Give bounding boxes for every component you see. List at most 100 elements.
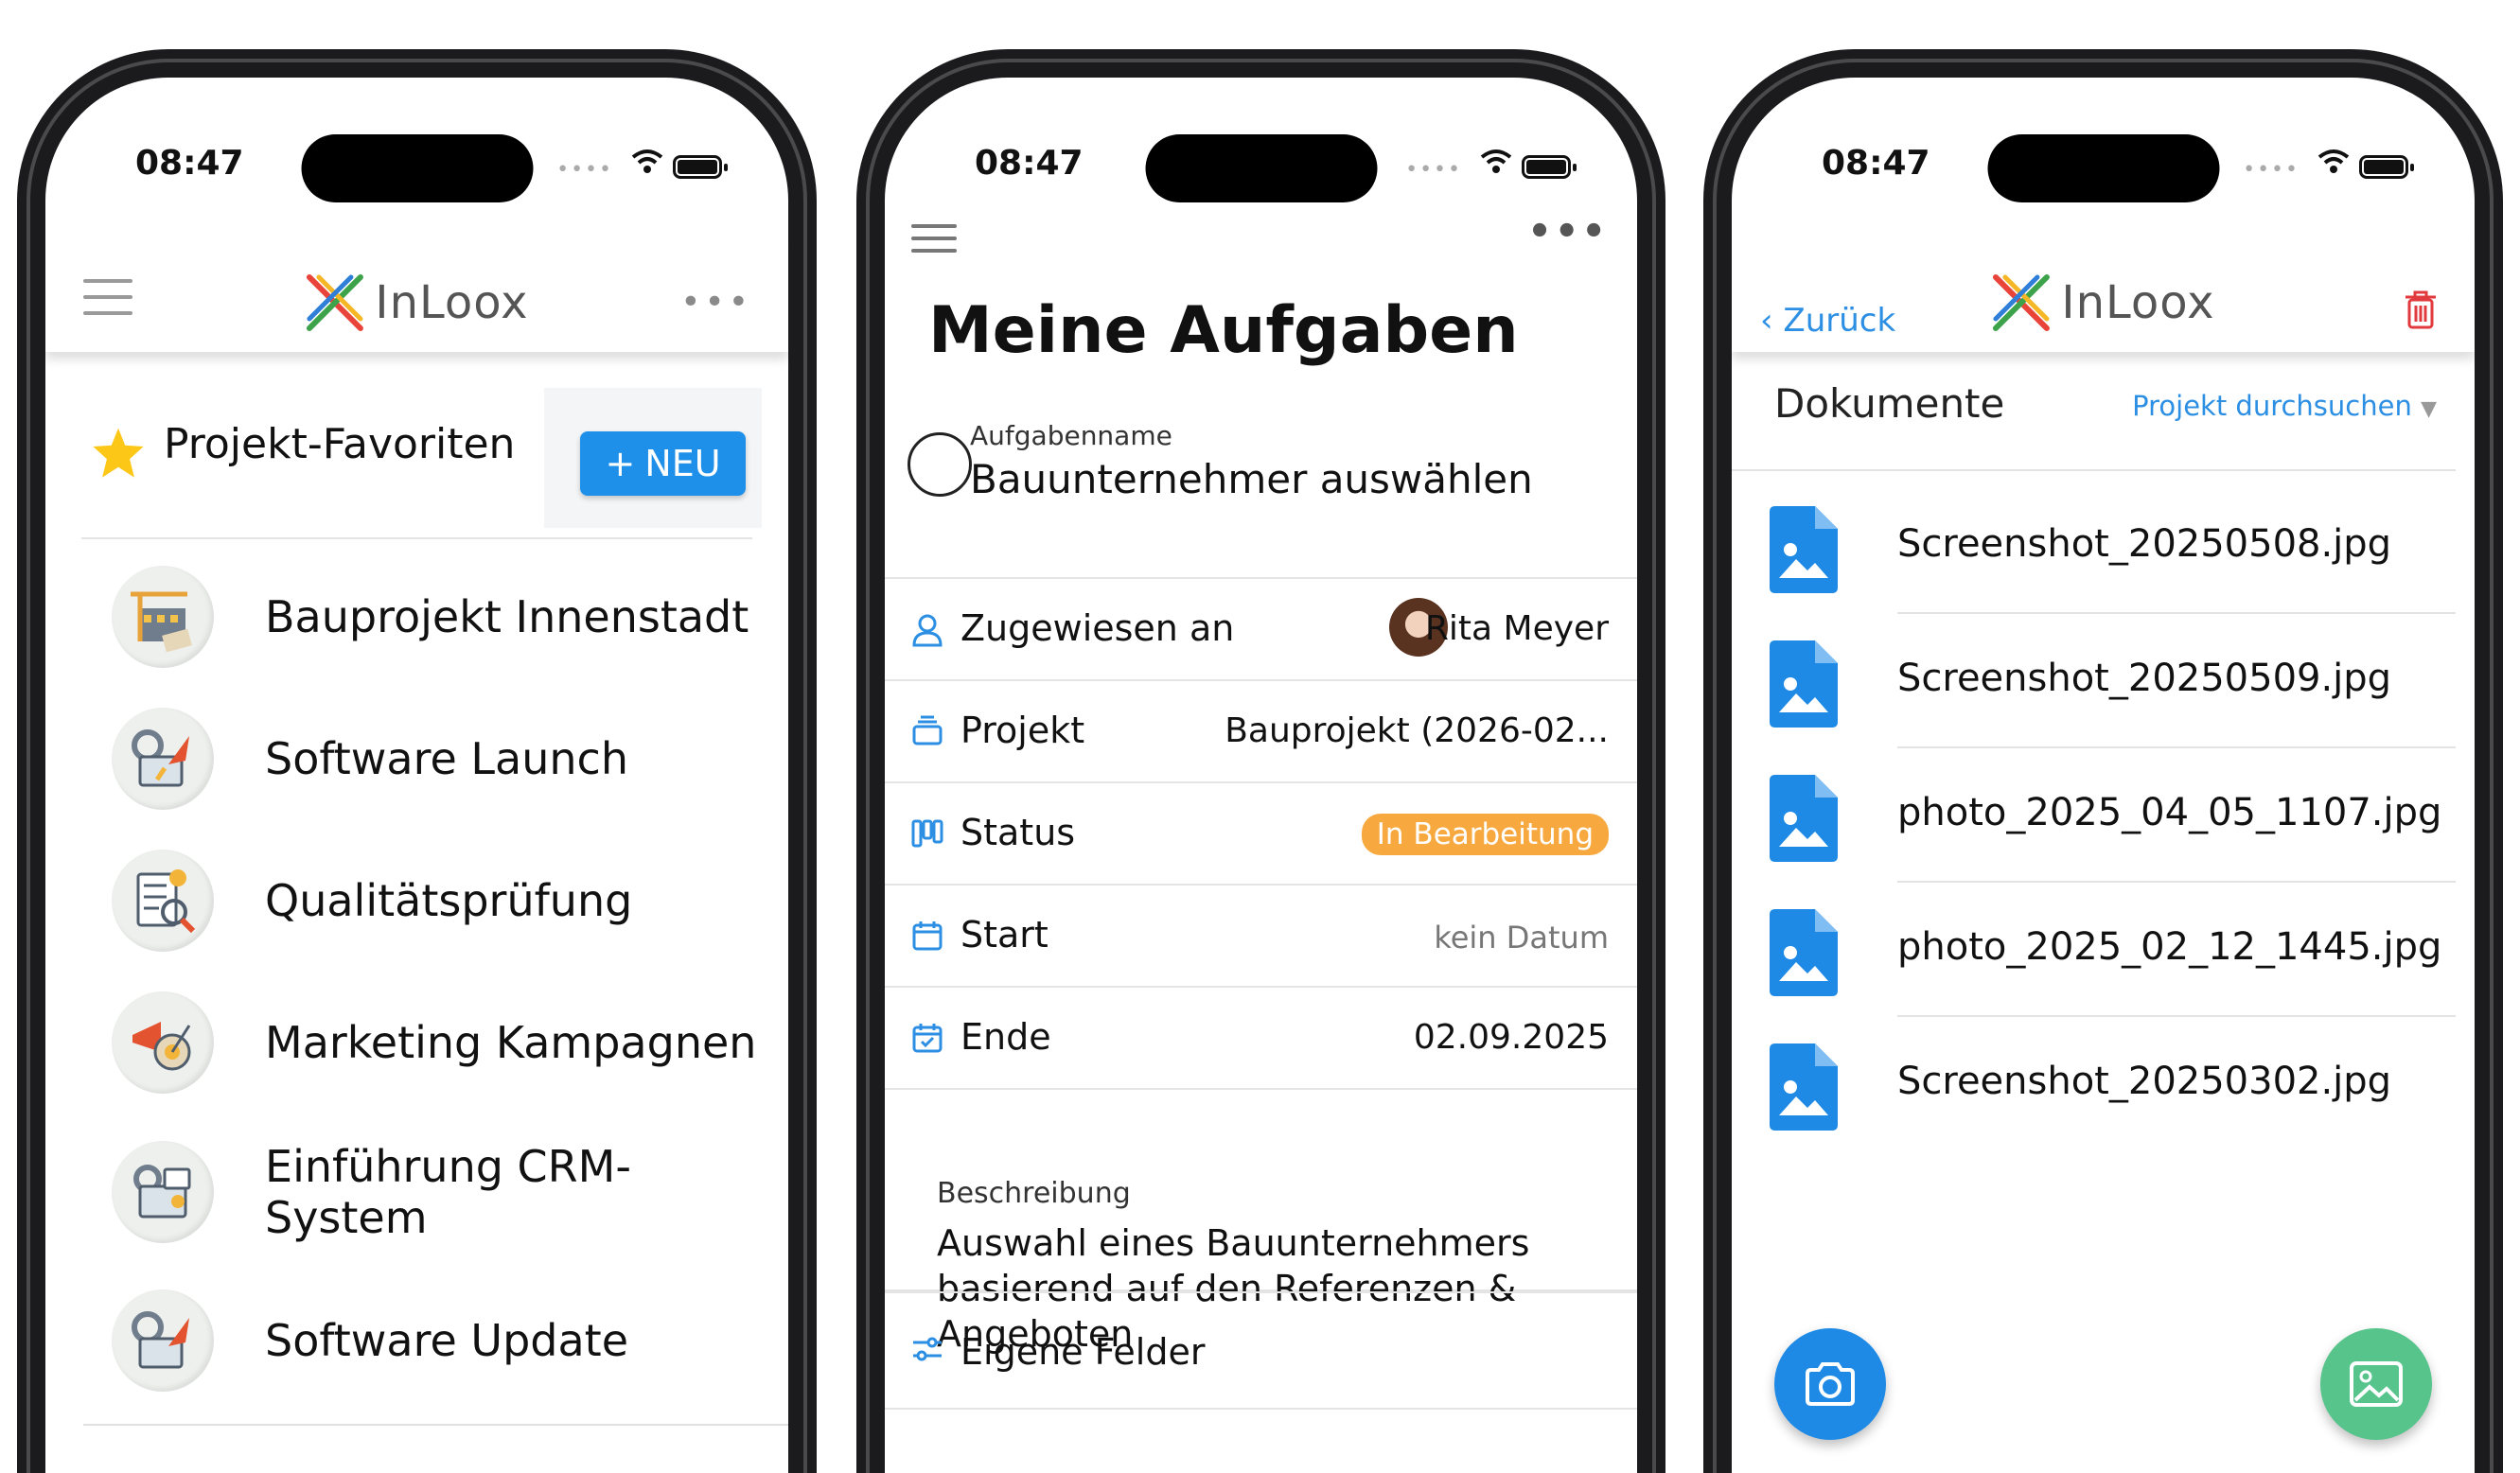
more-options-icon[interactable]: ••• [1527,210,1609,254]
task-complete-checkbox[interactable] [908,432,972,497]
crm-system-icon [112,1140,214,1243]
menu-icon[interactable] [83,279,132,327]
project-name: Qualitätsprüfung [265,875,633,926]
custom-fields-label: Eigene Felder [960,1331,1206,1373]
signal-icon: •••• [1405,158,1462,182]
project-value: Bauprojekt (2026-02... [1225,711,1609,750]
new-button-area: + NEU [544,388,762,528]
list-item[interactable]: Screenshot_20250509.jpg [1732,614,2475,748]
list-item[interactable]: Screenshot_20250508.jpg [1732,480,2475,614]
divider [1732,469,2456,471]
documents-screen: 08:47 •••• ‹ Zurück InLoox Dokumente Pro… [1732,78,2475,1473]
documents-header: Dokumente Projekt durchsuchen ▼ [1732,352,2475,465]
project-name: Einführung CRM-System [265,1140,631,1243]
status-bar: 08:47 •••• [1732,78,2475,210]
custom-fields-row[interactable]: Eigene Felder [885,1291,1637,1410]
calendar-check-icon [912,1024,943,1053]
folder-stack-icon [912,715,943,745]
start-value: kein Datum [1434,920,1609,956]
project-name: Bauprojekt Innenstadt [265,591,749,642]
rocket-update-icon [112,1289,214,1392]
list-item[interactable]: Screenshot_20250302.jpg [1732,1017,2475,1151]
back-button[interactable]: ‹ Zurück [1760,302,1895,340]
page-title: Meine Aufgaben [928,293,1519,368]
signal-icon: •••• [2243,158,2300,182]
status-row[interactable]: Status In Bearbeitung [885,781,1637,884]
list-item[interactable]: photo_2025_02_12_1445.jpg [1732,883,2475,1017]
list-item[interactable]: Software Update [45,1270,788,1412]
documents-title: Dokumente [1774,380,2005,427]
calendar-icon [912,921,943,951]
construction-icon [112,566,214,668]
divider [81,537,752,539]
new-project-button[interactable]: + NEU [580,431,746,496]
favorites-header: Projekt-Favoriten + NEU [45,361,788,528]
assigned-value: Rita Meyer [1424,609,1609,648]
brand-name: InLoox [375,276,529,329]
wifi-icon [2317,149,2350,173]
camera-button[interactable] [1774,1328,1886,1440]
status-time: 08:47 [1822,144,1930,183]
sliders-icon [913,1337,942,1361]
end-label: Ende [960,1016,1051,1058]
end-row[interactable]: Ende 02.09.2025 [885,986,1637,1088]
trash-icon[interactable] [2403,289,2439,330]
document-list: Screenshot_20250508.jpg Screenshot_20250… [1732,480,2475,1151]
end-value: 02.09.2025 [1413,1018,1609,1057]
favorites-title: Projekt-Favoriten [164,420,516,468]
battery-icon [1522,155,1577,179]
status-bar: 08:47 •••• [885,78,1637,210]
new-button-label: NEU [644,443,721,484]
list-item[interactable]: Marketing Kampagnen [45,972,788,1114]
app-header: ‹ Zurück InLoox [1732,243,2475,352]
project-name: Software Launch [265,733,628,784]
inloox-logo: InLoox [305,273,528,332]
status-label: Status [960,812,1076,853]
list-item[interactable]: Einführung CRM-System [45,1114,788,1270]
status-bar: 08:47 •••• [45,78,788,210]
start-row[interactable]: Start kein Datum [885,884,1637,986]
start-label: Start [960,914,1049,956]
dynamic-island [1145,134,1377,202]
task-name-caption: Aufgabenname [970,420,1172,451]
file-name: photo_2025_04_05_1107.jpg [1897,791,2442,834]
list-item[interactable]: photo_2025_04_05_1107.jpg [1732,748,2475,883]
wifi-icon [631,149,663,173]
kanban-icon [911,819,943,848]
brand-name: InLoox [2061,276,2215,329]
gallery-icon [2350,1361,2403,1407]
phone-frame-favorites: 08:47 •••• InLoox ••• Projekt-Favoriten [17,49,817,1473]
wifi-icon [1480,149,1512,173]
star-icon [93,428,144,478]
divider [83,1424,788,1426]
assigned-row[interactable]: Zugewiesen an Rita Meyer [885,577,1637,679]
list-item[interactable]: Bauprojekt Innenstadt [45,546,788,688]
project-name: Software Update [265,1315,628,1366]
megaphone-target-icon [112,991,214,1094]
image-file-icon [1770,640,1838,728]
quality-check-icon [112,850,214,952]
more-options-icon[interactable]: ••• [680,283,752,322]
gallery-button[interactable] [2320,1328,2432,1440]
list-item[interactable]: Qualitätsprüfung [45,830,788,972]
menu-icon[interactable] [911,224,957,261]
plus-icon: + [605,443,636,484]
file-name: photo_2025_02_12_1445.jpg [1897,925,2442,969]
list-item[interactable]: Software Launch [45,688,788,830]
project-row[interactable]: Projekt Bauprojekt (2026-02... [885,679,1637,781]
status-time: 08:47 [975,144,1084,183]
inloox-x-icon [306,274,363,331]
project-search-dropdown[interactable]: Projekt durchsuchen ▼ [2132,390,2437,422]
app-header: InLoox ••• [45,243,788,352]
back-label: Zurück [1783,302,1896,340]
file-name: Screenshot_20250508.jpg [1897,522,2392,566]
project-label: Projekt [960,710,1085,751]
project-name: Marketing Kampagnen [265,1017,757,1068]
image-file-icon [1770,506,1838,593]
camera-icon [1806,1362,1855,1406]
image-file-icon [1770,775,1838,862]
rocket-launch-icon [112,708,214,810]
image-file-icon [1770,909,1838,996]
description-caption: Beschreibung [937,1177,1131,1210]
task-name[interactable]: Bauunternehmer auswählen [970,456,1533,502]
